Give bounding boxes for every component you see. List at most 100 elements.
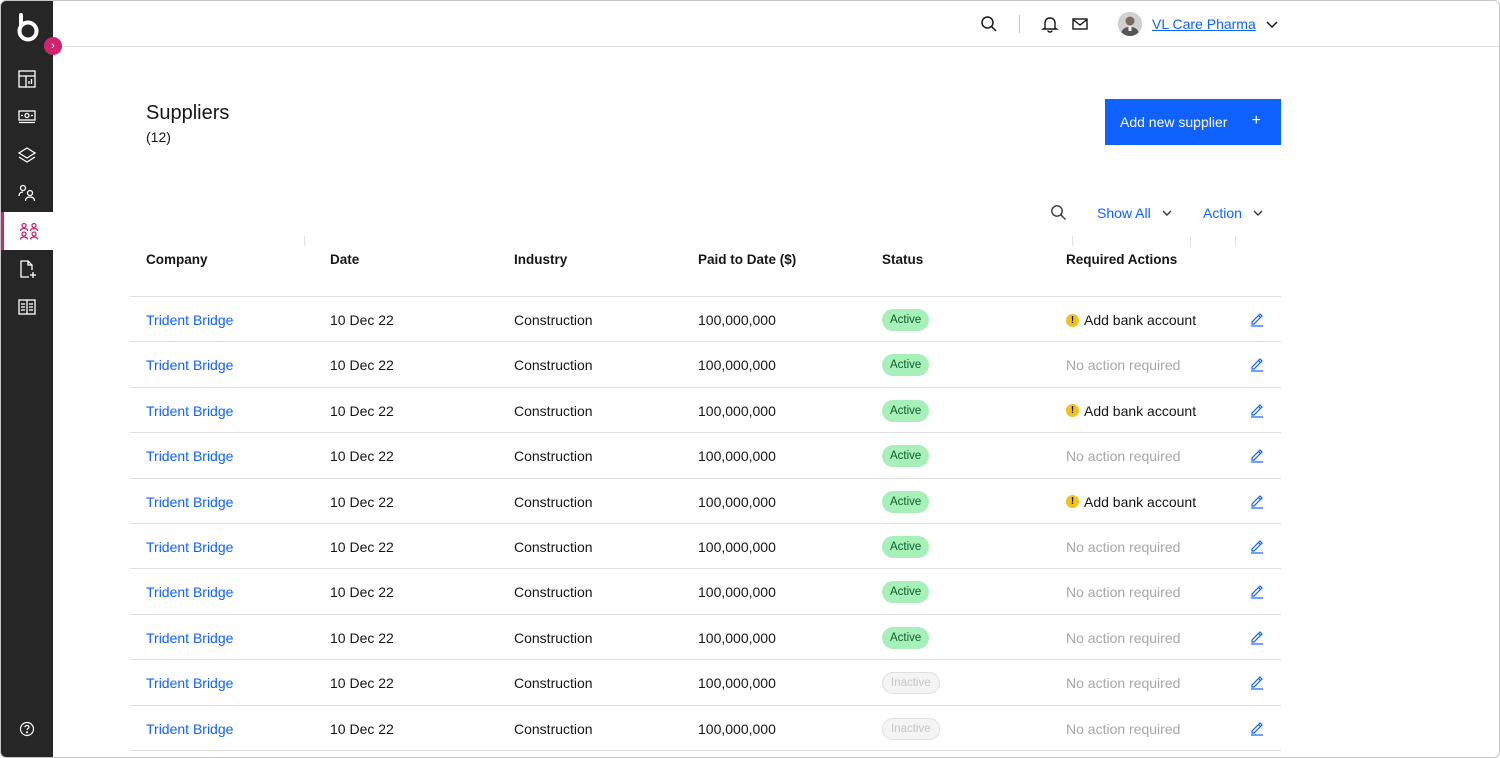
top-header: VL Care Pharma [53,1,1499,47]
required-action: ! Add bank account [1066,403,1196,419]
edit-icon[interactable] [1249,402,1265,418]
edit-icon[interactable] [1249,447,1265,463]
chevron-down-icon [1162,210,1172,216]
column-header-industry[interactable]: Industry [514,252,567,267]
company-link[interactable]: Trident Bridge [146,721,233,737]
show-all-label: Show All [1097,205,1151,221]
mail-icon[interactable] [1071,15,1089,33]
date-cell: 10 Dec 22 [330,720,394,737]
show-all-dropdown[interactable]: Show All [1097,205,1173,221]
ledger-icon [18,299,36,315]
warning-icon: ! [1066,404,1079,418]
company-link[interactable]: Trident Bridge [146,312,233,328]
required-action: No action required [1066,448,1180,464]
table-row[interactable]: Trident Bridge 10 Dec 22 Construction 100,0… [130,433,1281,479]
company-link[interactable]: Trident Bridge [146,357,233,373]
status-badge: Active [882,399,930,422]
industry-cell: Construction [514,402,593,419]
table-row[interactable]: Trident Bridge 10 Dec 22 Construction 100,0… [130,479,1281,524]
edit-icon[interactable] [1249,311,1265,327]
sidebar-item-payments[interactable] [1,98,53,136]
table-row[interactable]: Trident Bridge 10 Dec 22 Construction 100,0… [130,569,1281,615]
company-link[interactable]: Trident Bridge [146,675,233,691]
company-link[interactable]: Trident Bridge [146,630,233,646]
search-icon[interactable] [980,15,998,33]
required-action: No action required [1066,630,1180,646]
column-header-status[interactable]: Status [882,252,923,267]
edit-icon[interactable] [1249,629,1265,645]
edit-icon[interactable] [1249,674,1265,690]
action-dropdown[interactable]: Action [1203,205,1264,221]
industry-cell: Construction [514,584,593,601]
column-header-company[interactable]: Company [146,252,208,267]
help-icon[interactable] [19,721,35,737]
sidebar-item-ledger[interactable] [1,288,53,326]
date-cell: 10 Dec 22 [330,357,394,374]
header-divider [1019,15,1020,33]
edit-icon[interactable] [1249,583,1265,599]
notification-icon[interactable] [1041,15,1059,33]
company-link[interactable]: Trident Bridge [146,494,233,510]
edit-icon[interactable] [1249,356,1265,372]
add-document-icon [20,260,36,278]
table-row[interactable]: Trident Bridge 10 Dec 22 Construction 100,0… [130,706,1281,751]
date-cell: 10 Dec 22 [330,402,394,419]
warning-icon: ! [1066,495,1079,509]
sidebar-item-add-document[interactable] [1,250,53,288]
required-action: No action required [1066,539,1180,555]
add-new-supplier-button[interactable]: Add new supplier + [1105,99,1281,145]
industry-cell: Construction [514,493,593,510]
status-badge: Active [882,626,930,649]
required-action-label: No action required [1066,357,1181,374]
plus-icon: + [1251,112,1261,129]
date-cell: 10 Dec 22 [330,538,394,555]
table-search-icon[interactable] [1050,204,1067,221]
table-row[interactable]: Trident Bridge 10 Dec 22 Construction 100,0… [130,388,1281,434]
status-badge: Active [882,445,930,468]
date-cell: 10 Dec 22 [330,448,394,465]
sidebar-item-layers[interactable] [1,136,53,174]
status-badge: Active [882,535,930,558]
chevron-down-icon [1253,210,1263,216]
company-link[interactable]: Trident Bridge [146,448,233,464]
avatar[interactable] [1118,12,1142,36]
suppliers-icon [19,222,38,240]
company-name-link[interactable]: VL Care Pharma [1152,16,1256,32]
paid-to-date-cell: 100,000,000 [698,629,776,646]
column-header-paid-to-date[interactable]: Paid to Date ($) [698,252,796,267]
required-action-label: Add bank account [1084,493,1197,510]
paid-to-date-cell: 100,000,000 [698,584,776,601]
edit-icon[interactable] [1249,493,1265,509]
page-title: Suppliers [146,102,230,124]
required-action: No action required [1066,357,1180,373]
required-action: No action required [1066,584,1180,600]
table-row[interactable]: Trident Bridge 10 Dec 22 Construction 100,0… [130,660,1281,706]
company-link[interactable]: Trident Bridge [146,539,233,555]
date-cell: 10 Dec 22 [330,312,394,328]
sidebar-item-suppliers[interactable] [1,212,53,250]
sidebar-item-dashboard[interactable] [1,60,53,98]
expand-sidebar-button[interactable]: › [44,37,62,55]
payments-icon [18,110,36,124]
paid-to-date-cell: 100,000,000 [698,357,776,374]
customers-icon [18,184,36,202]
column-header-required-actions[interactable]: Required Actions [1066,252,1177,267]
company-link[interactable]: Trident Bridge [146,584,233,600]
table-row[interactable]: Trident Bridge 10 Dec 22 Construction 100,0… [130,524,1281,570]
edit-icon[interactable] [1249,538,1265,554]
required-action-label: No action required [1066,629,1181,646]
sidebar-item-customers[interactable] [1,174,53,212]
table-row[interactable]: Trident Bridge 10 Dec 22 Construction 100,0… [130,615,1281,661]
edit-icon[interactable] [1249,720,1265,736]
table-row[interactable]: Trident Bridge 10 Dec 22 Construction 100,0… [130,342,1281,388]
paid-to-date-cell: 100,000,000 [698,538,776,555]
column-header-date[interactable]: Date [330,252,359,267]
paid-to-date-cell: 100,000,000 [698,720,776,737]
required-action: No action required [1066,675,1180,691]
required-action-label: Add bank account [1084,402,1197,419]
logo-icon[interactable] [15,13,41,43]
table-body: Trident Bridge 10 Dec 22 Construction 100,0… [130,236,1281,751]
company-link[interactable]: Trident Bridge [146,403,233,419]
chevron-down-icon[interactable] [1264,16,1280,32]
table-row[interactable]: Trident Bridge 10 Dec 22 Construction 100,0… [130,297,1281,343]
